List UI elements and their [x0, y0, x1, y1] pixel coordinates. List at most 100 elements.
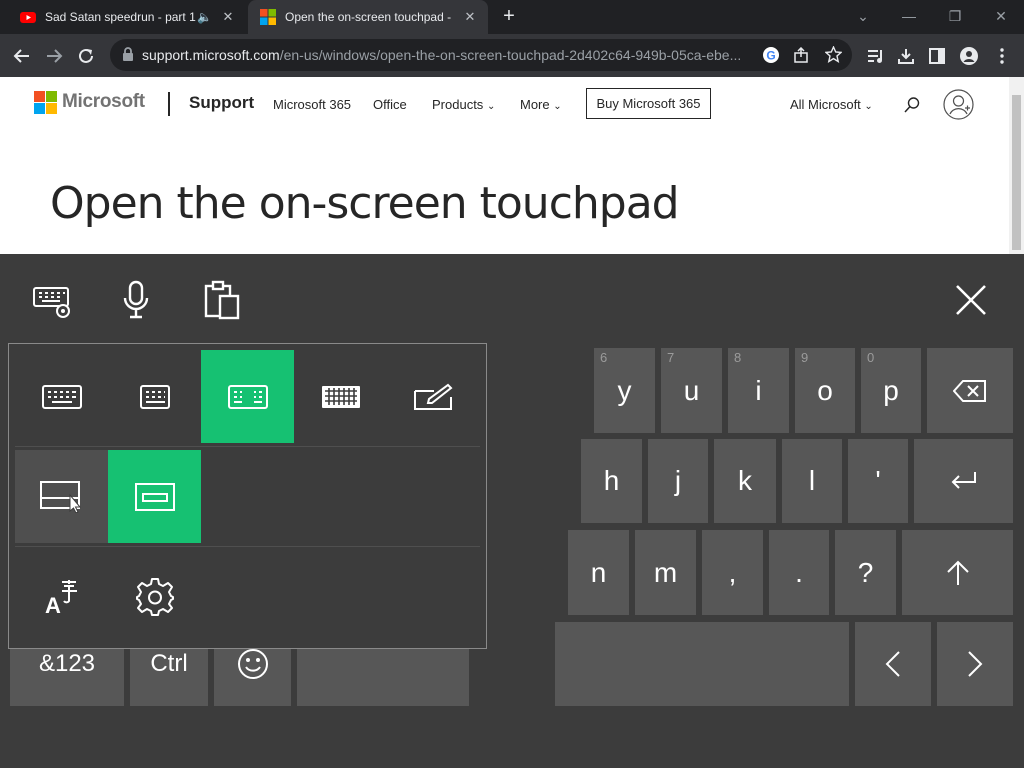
shift-arrow-icon	[946, 560, 969, 585]
layout-traditional-option[interactable]	[294, 350, 387, 443]
nav-more[interactable]: More ⌄	[520, 97, 562, 112]
close-tab-icon[interactable]: ✕	[220, 9, 236, 25]
keyboard-small-icon	[139, 384, 170, 409]
account-icon[interactable]	[943, 89, 974, 120]
brand-name[interactable]: Microsoft	[62, 91, 145, 113]
keyboard-split-icon	[227, 384, 268, 409]
header-divider	[168, 92, 170, 116]
all-microsoft-menu[interactable]: All Microsoft ⌄	[790, 97, 873, 112]
svg-text:A: A	[45, 593, 61, 615]
dock-floating-option[interactable]	[108, 450, 201, 543]
undock-icon	[39, 480, 81, 513]
reload-icon[interactable]	[72, 42, 100, 70]
layout-small-option[interactable]	[108, 350, 201, 443]
dock-undocked-option[interactable]	[15, 450, 108, 543]
keyboard-default-icon	[41, 384, 82, 409]
key-left-arrow[interactable]	[855, 622, 931, 706]
url-text: support.microsoft.com/en-us/windows/open…	[142, 47, 742, 63]
key-l[interactable]: l	[782, 439, 842, 523]
page-title: Open the on-screen touchpad	[50, 178, 680, 229]
gear-icon	[135, 577, 174, 616]
enter-icon	[951, 472, 976, 489]
keyboard-settings-icon[interactable]	[32, 284, 74, 320]
key-m[interactable]: m	[635, 530, 696, 615]
chevron-down-icon: ⌄	[864, 101, 873, 112]
layout-default-option[interactable]	[15, 350, 108, 443]
close-tab-icon[interactable]: ✕	[462, 9, 478, 25]
key-j[interactable]: j	[648, 439, 708, 523]
key-enter[interactable]	[914, 439, 1013, 523]
keyboard-traditional-icon	[321, 385, 360, 408]
microsoft-logo-icon[interactable]	[34, 91, 57, 114]
download-icon[interactable]	[892, 42, 920, 70]
key-o[interactable]: 9o	[795, 348, 855, 433]
key-space-right[interactable]	[555, 622, 849, 706]
menu-icon[interactable]	[988, 42, 1016, 70]
clipboard-icon[interactable]	[204, 280, 240, 320]
tab-youtube[interactable]: Sad Satan speedrun - part 1 🔈 ✕	[8, 0, 246, 34]
tab-title: Open the on-screen touchpad -	[285, 10, 452, 24]
scrollbar-thumb[interactable]	[1012, 95, 1021, 250]
buy-microsoft-365-button[interactable]: Buy Microsoft 365	[586, 88, 711, 119]
chevron-down-icon: ⌄	[553, 101, 562, 112]
key-question[interactable]: ?	[835, 530, 896, 615]
right-arrow-icon	[968, 651, 983, 677]
tab-title: Sad Satan speedrun - part 1	[45, 10, 196, 24]
left-arrow-icon	[885, 651, 900, 677]
bookmark-star-icon[interactable]	[825, 46, 842, 63]
key-p[interactable]: 0p	[861, 348, 921, 433]
new-tab-button[interactable]: +	[498, 6, 520, 28]
youtube-icon	[20, 12, 36, 23]
key-u[interactable]: 7u	[661, 348, 722, 433]
key-n[interactable]: n	[568, 530, 629, 615]
keyboard-settings-option[interactable]	[108, 550, 201, 643]
float-icon	[134, 482, 175, 511]
reading-list-icon[interactable]	[862, 42, 890, 70]
key-shift[interactable]	[902, 530, 1013, 615]
key-apostrophe[interactable]: '	[848, 439, 908, 523]
language-option[interactable]: A	[15, 550, 108, 643]
audio-icon[interactable]: 🔈	[197, 10, 212, 24]
handwriting-pen-icon	[413, 383, 453, 410]
share-icon[interactable]	[793, 47, 809, 63]
microphone-icon[interactable]	[122, 280, 150, 320]
search-icon[interactable]	[903, 96, 921, 114]
close-keyboard-icon[interactable]	[955, 284, 987, 316]
browser-toolbar: support.microsoft.com/en-us/windows/open…	[0, 34, 1024, 77]
minimize-button[interactable]: —	[886, 0, 932, 34]
key-backspace[interactable]	[927, 348, 1013, 433]
svg-text:G: G	[766, 49, 775, 63]
address-bar[interactable]: support.microsoft.com/en-us/windows/open…	[110, 39, 852, 71]
side-panel-icon[interactable]	[923, 42, 951, 70]
profile-icon[interactable]	[955, 42, 983, 70]
key-period[interactable]: .	[769, 530, 829, 615]
tab-search-icon[interactable]: ⌄	[840, 0, 886, 34]
key-comma[interactable]: ,	[702, 530, 763, 615]
key-i[interactable]: 8i	[728, 348, 789, 433]
nav-products[interactable]: Products ⌄	[432, 97, 495, 112]
back-icon[interactable]	[8, 42, 36, 70]
language-icon: A	[45, 579, 77, 615]
nav-microsoft-365[interactable]: Microsoft 365	[273, 97, 351, 112]
backspace-icon	[953, 379, 986, 402]
key-h[interactable]: h	[581, 439, 642, 523]
emoji-icon	[237, 649, 268, 679]
microsoft-icon	[260, 9, 276, 25]
google-icon[interactable]: G	[762, 46, 780, 64]
tab-strip: Sad Satan speedrun - part 1 🔈 ✕ Open the…	[0, 0, 1024, 34]
key-k[interactable]: k	[714, 439, 776, 523]
layout-handwriting-option[interactable]	[387, 350, 480, 443]
restore-button[interactable]: ❐	[932, 0, 978, 34]
key-y[interactable]: 6y	[594, 348, 655, 433]
tab-support[interactable]: Open the on-screen touchpad - ✕	[248, 0, 488, 34]
lock-icon[interactable]	[122, 47, 134, 61]
forward-icon[interactable]	[40, 42, 68, 70]
nav-office[interactable]: Office	[373, 97, 407, 112]
close-window-button[interactable]: ✕	[978, 0, 1024, 34]
support-link[interactable]: Support	[189, 93, 254, 113]
panel-divider	[15, 446, 480, 447]
keyboard-layout-panel: A	[8, 343, 487, 649]
layout-split-option[interactable]	[201, 350, 294, 443]
panel-divider	[15, 546, 480, 547]
key-right-arrow[interactable]	[937, 622, 1013, 706]
